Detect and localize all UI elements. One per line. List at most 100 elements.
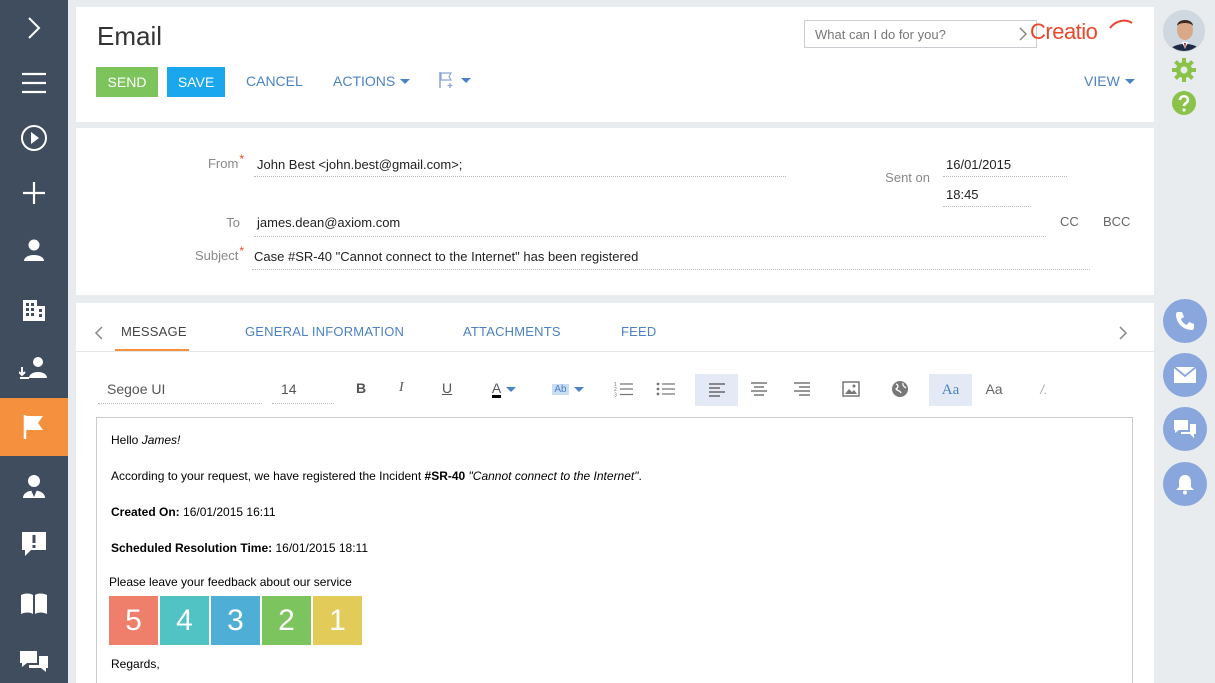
align-center-icon [751, 382, 767, 396]
tabs-scroll-right-icon[interactable] [1118, 326, 1128, 340]
globe-icon [892, 381, 908, 397]
feed-button[interactable] [1163, 407, 1207, 451]
sent-time-underline [943, 206, 1031, 207]
feed-icon [1174, 420, 1196, 438]
insert-image-button[interactable] [836, 375, 866, 403]
chat-icon [20, 651, 48, 672]
plain-text-button[interactable]: Aa [979, 375, 1009, 403]
tab-message[interactable]: MESSAGE [121, 324, 187, 339]
tabs-divider [76, 351, 1154, 352]
subject-field[interactable]: Case #SR-40 "Cannot connect to the Inter… [254, 249, 638, 264]
chat-button[interactable] [0, 634, 68, 683]
to-label: To [226, 215, 240, 230]
cc-button[interactable]: CC [1060, 214, 1079, 229]
greeting-line: Hello James! [111, 433, 181, 447]
align-left-button[interactable] [695, 374, 738, 406]
rating-5[interactable]: 5 [109, 596, 158, 645]
menu-button[interactable] [0, 55, 68, 111]
plus-icon [23, 182, 45, 204]
sent-date-field[interactable]: 16/01/2015 [946, 157, 1011, 172]
chevron-right-icon[interactable] [1018, 26, 1028, 42]
flag-menu-button[interactable] [438, 71, 471, 89]
underline-button[interactable]: U [442, 380, 452, 396]
rating-scale: 5 4 3 2 1 [109, 596, 362, 645]
bold-button[interactable]: B [356, 380, 366, 396]
message-panel: MESSAGE GENERAL INFORMATION ATTACHMENTS … [76, 303, 1154, 683]
to-field[interactable]: james.dean@axiom.com [257, 215, 400, 230]
insert-link-button[interactable] [885, 375, 915, 403]
to-underline [254, 236, 1046, 237]
font-size-select[interactable]: 14 [281, 381, 297, 397]
rating-1[interactable]: 1 [313, 596, 362, 645]
actions-button[interactable]: ACTIONS [333, 73, 411, 89]
sent-time-field[interactable]: 18:45 [946, 187, 979, 202]
numbered-list-button[interactable]: 123 [609, 375, 639, 403]
expand-sidebar-button[interactable] [0, 0, 68, 56]
gear-icon[interactable] [1171, 57, 1197, 83]
align-center-button[interactable] [744, 375, 774, 403]
contacts-button[interactable] [0, 222, 68, 278]
created-on-value: 16/01/2015 16:11 [179, 505, 276, 519]
tabs-scroll-left-icon[interactable] [94, 326, 104, 340]
rating-4[interactable]: 4 [160, 596, 209, 645]
send-button[interactable]: SEND [96, 67, 158, 97]
help-icon[interactable] [1171, 90, 1197, 116]
command-line-input[interactable]: What can I do for you? [804, 20, 1037, 48]
created-on-label: Created On: [111, 505, 180, 519]
source-mode-on-button[interactable]: Aa [929, 374, 972, 406]
user-photo-icon [1164, 11, 1204, 51]
caret-down-icon [573, 387, 584, 392]
incident-line: According to your request, we have regis… [111, 469, 642, 483]
created-on-line: Created On: 16/01/2015 16:11 [111, 505, 276, 519]
case-number: #SR-40 [424, 469, 466, 483]
tab-attachments[interactable]: ATTACHMENTS [463, 324, 561, 339]
clear-format-button[interactable]: /. [1029, 375, 1059, 403]
image-icon [842, 381, 860, 397]
problems-button[interactable] [0, 516, 68, 572]
from-field[interactable]: John Best <john.best@gmail.com>; [257, 157, 462, 172]
message-editor[interactable]: Hello James! According to your request, … [96, 417, 1133, 683]
feedback-prompt: Please leave your feedback about our ser… [109, 575, 352, 589]
avatar[interactable] [1163, 10, 1205, 52]
case-title: "Cannot connect to the Internet" [465, 469, 639, 483]
text-color-button[interactable]: A [484, 375, 524, 403]
leads-button[interactable] [0, 340, 68, 396]
highlight-color-button[interactable]: Ab [548, 375, 588, 403]
actions-label: ACTIONS [333, 73, 396, 89]
tab-general-information[interactable]: GENERAL INFORMATION [245, 324, 404, 339]
rating-3[interactable]: 3 [211, 596, 260, 645]
clear-format-label: /. [1040, 381, 1048, 397]
cases-button[interactable] [0, 398, 68, 456]
bulleted-list-button[interactable] [651, 375, 681, 403]
save-button[interactable]: SAVE [167, 67, 225, 97]
tab-feed[interactable]: FEED [621, 324, 656, 339]
agents-button[interactable] [0, 458, 68, 514]
chevron-right-icon [28, 17, 41, 39]
caret-down-icon [506, 387, 517, 392]
rating-2[interactable]: 2 [262, 596, 311, 645]
notifications-button[interactable] [1163, 462, 1207, 506]
sent-date-underline [943, 176, 1067, 177]
bcc-button[interactable]: BCC [1103, 214, 1130, 229]
cancel-button[interactable]: CANCEL [246, 73, 303, 89]
font-size-underline [272, 403, 334, 404]
italic-button[interactable]: I [399, 380, 404, 396]
from-label: From* [207, 152, 244, 171]
view-button[interactable]: VIEW [1084, 73, 1135, 89]
caret-down-icon [461, 78, 471, 83]
resolution-time-value: 16/01/2015 18:11 [272, 541, 369, 555]
align-right-icon [794, 382, 810, 396]
email-button[interactable] [1163, 353, 1207, 397]
font-family-select[interactable]: Segoe UI [107, 381, 165, 397]
align-right-button[interactable] [787, 375, 817, 403]
add-button[interactable] [0, 165, 68, 221]
resolution-time-label: Scheduled Resolution Time: [111, 541, 273, 555]
knowledge-base-button[interactable] [0, 576, 68, 632]
numbered-list-icon: 123 [614, 382, 633, 397]
process-button[interactable] [0, 110, 68, 166]
phone-button[interactable] [1163, 299, 1207, 343]
logo-swoosh-icon [1109, 19, 1133, 29]
accounts-button[interactable] [0, 282, 68, 338]
email-fields-panel: From* John Best <john.best@gmail.com>; S… [76, 128, 1154, 295]
menu-icon [22, 72, 46, 94]
